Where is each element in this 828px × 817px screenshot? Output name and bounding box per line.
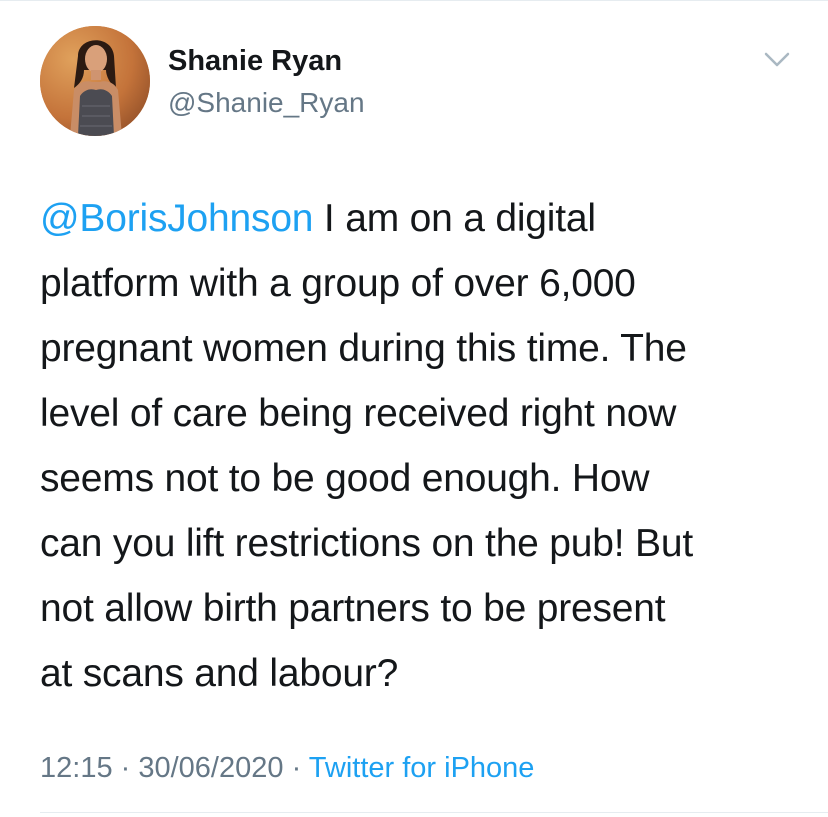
mention-link[interactable]: @BorisJohnson (40, 197, 313, 240)
avatar[interactable] (40, 26, 150, 136)
meta-separator-2: · (283, 752, 309, 784)
tweet-card: Shanie Ryan @Shanie_Ryan @BorisJohnson I… (0, 0, 828, 817)
bottom-divider (40, 812, 828, 813)
profile-photo (40, 26, 150, 136)
top-divider (0, 0, 828, 1)
author-name[interactable]: Shanie Ryan (168, 44, 342, 78)
chevron-down-icon[interactable] (761, 48, 793, 70)
tweet-meta: 12:15 · 30/06/2020 · Twitter for iPhone (40, 748, 534, 788)
tweet-body: I am on a digital platform with a group … (40, 197, 693, 695)
author-handle[interactable]: @Shanie_Ryan (168, 86, 365, 120)
tweet-text: @BorisJohnson I am on a digital platform… (40, 186, 810, 706)
tweet-time[interactable]: 12:15 (40, 752, 113, 784)
tweet-source-link[interactable]: Twitter for iPhone (309, 752, 535, 784)
tweet-date[interactable]: 30/06/2020 (138, 752, 283, 784)
meta-separator: · (112, 752, 139, 784)
